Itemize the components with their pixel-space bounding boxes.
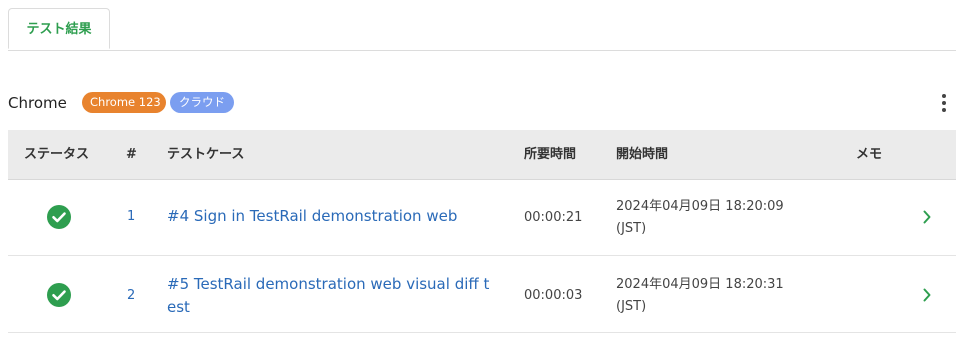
- table-row[interactable]: 1 #4 Sign in TestRail demonstration web …: [8, 180, 956, 256]
- tab-bar: テスト結果: [8, 8, 956, 51]
- test-case-link[interactable]: #5 TestRail demonstration web visual dif…: [167, 273, 497, 319]
- duration-value: 00:00:03: [524, 288, 583, 303]
- start-time-date: 2024年04月09日 18:20:31: [616, 277, 784, 292]
- column-header-memo: メモ: [856, 147, 883, 162]
- row-number: 1: [127, 209, 136, 224]
- column-header-status: ステータス: [24, 147, 90, 162]
- column-header-number: #: [126, 147, 137, 162]
- browser-name: Chrome: [8, 94, 67, 112]
- column-header-duration: 所要時間: [524, 147, 577, 162]
- chevron-right-icon[interactable]: [921, 209, 933, 225]
- start-time: 2024年04月09日 18:20:31 (JST): [616, 274, 816, 318]
- check-circle-icon: [47, 205, 71, 229]
- table-row[interactable]: 2 #5 TestRail demonstration web visual d…: [8, 256, 956, 333]
- start-time: 2024年04月09日 18:20:09 (JST): [616, 196, 816, 240]
- column-header-test-case: テストケース: [167, 147, 245, 162]
- browser-version-badge: Chrome 123: [82, 92, 166, 113]
- start-time-timezone: (JST): [616, 299, 647, 314]
- results-table: ステータス # テストケース 所要時間 開始時間 メモ 1 #4 Sign in…: [8, 130, 956, 333]
- chevron-right-icon[interactable]: [921, 287, 933, 303]
- test-results-page: テスト結果 Chrome Chrome 123 クラウド ステータス # テスト…: [0, 0, 965, 347]
- table-header: ステータス # テストケース 所要時間 開始時間 メモ: [8, 130, 956, 180]
- start-time-date: 2024年04月09日 18:20:09: [616, 199, 784, 214]
- column-header-start-time: 開始時間: [616, 147, 669, 162]
- test-case-link[interactable]: #4 Sign in TestRail demonstration web: [167, 205, 497, 228]
- row-number: 2: [127, 288, 136, 303]
- start-time-timezone: (JST): [616, 221, 647, 236]
- check-circle-icon: [47, 283, 71, 307]
- environment-badge: クラウド: [170, 92, 234, 113]
- duration-value: 00:00:21: [524, 210, 583, 225]
- tab-test-results[interactable]: テスト結果: [8, 8, 110, 49]
- more-options-icon[interactable]: [940, 94, 948, 112]
- browser-header: Chrome Chrome 123 クラウド: [8, 91, 956, 115]
